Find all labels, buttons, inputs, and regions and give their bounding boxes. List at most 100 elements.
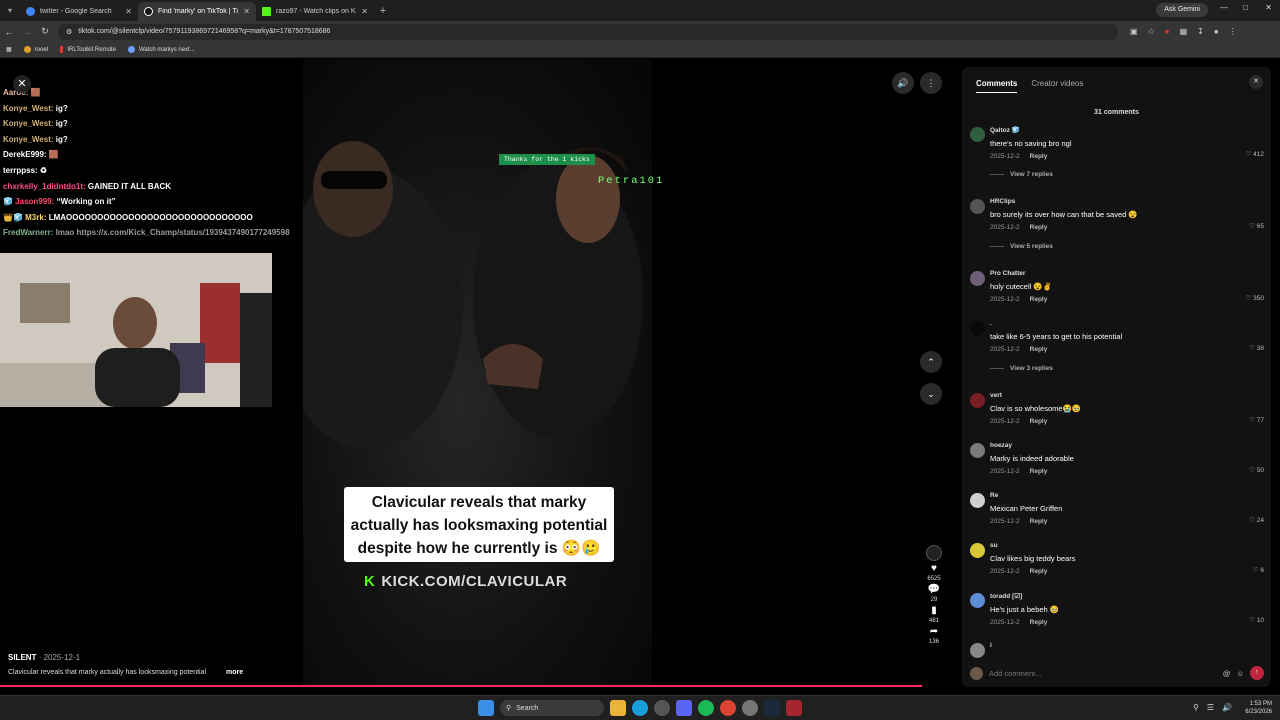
close-window-icon[interactable]: ✕ [1265, 3, 1272, 12]
ask-gemini-button[interactable]: Ask Gemini [1156, 3, 1208, 17]
share-icon[interactable]: ➦ [930, 626, 938, 637]
comment-likes[interactable]: ♡ 412 [1246, 150, 1265, 158]
comment-likes[interactable]: ♡ 50 [1249, 466, 1264, 474]
close-panel-icon[interactable]: ✕ [1249, 75, 1263, 89]
add-comment-input[interactable]: Add comment... [989, 669, 1217, 678]
commenter-avatar[interactable] [970, 543, 985, 558]
view-replies-button[interactable]: View 7 replies [970, 171, 1264, 193]
commenter-avatar[interactable] [970, 593, 985, 608]
reply-button[interactable]: Reply [1030, 568, 1048, 575]
comment-likes[interactable]: ♡ 6 [1253, 566, 1264, 574]
wifi-icon[interactable]: ☰ [1207, 703, 1214, 712]
comment-likes[interactable]: ♡ 38 [1249, 344, 1264, 352]
reload-icon[interactable]: ↻ [36, 26, 54, 37]
view-replies-button[interactable]: View 3 replies [970, 365, 1264, 387]
video-progress-bar[interactable] [0, 685, 922, 687]
github-icon[interactable] [654, 700, 670, 716]
browser-tab-3[interactable]: razo97 - Watch clips on Kick ✕ [256, 2, 374, 21]
bookmark-star-icon[interactable]: ☆ [1148, 27, 1155, 36]
downloads-icon[interactable]: ↧ [1197, 27, 1204, 36]
windows-start-icon[interactable] [478, 700, 494, 716]
creator-name[interactable]: SILENT [8, 653, 36, 662]
commenter-avatar[interactable] [970, 199, 985, 214]
creator-avatar[interactable] [926, 545, 942, 561]
spotify-icon[interactable] [698, 700, 714, 716]
commenter-name[interactable]: Qaltoz 🧊 [990, 121, 1264, 134]
commenter-name[interactable]: su [990, 537, 1264, 549]
commenter-avatar[interactable] [970, 493, 985, 508]
bookmark-watch-markys[interactable]: Watch markys next... [127, 46, 195, 53]
tab-creator-videos[interactable]: Creator videos [1031, 79, 1083, 93]
more-link[interactable]: more [226, 669, 243, 676]
comment-likes[interactable]: ♡ 65 [1249, 222, 1264, 230]
reply-button[interactable]: Reply [1030, 224, 1048, 231]
commenter-avatar[interactable] [970, 393, 985, 408]
bookmark-irltoolkit[interactable]: IRLToolkit Remote [60, 46, 116, 53]
commenter-avatar[interactable] [970, 321, 985, 336]
previous-video-icon[interactable]: ⌃ [920, 351, 942, 373]
commenter-name[interactable]: HRClips [990, 193, 1264, 205]
reply-button[interactable]: Reply [1030, 296, 1048, 303]
like-heart-icon[interactable]: ♥ [931, 563, 937, 574]
next-video-icon[interactable]: ⌄ [920, 383, 942, 405]
reply-button[interactable]: Reply [1030, 418, 1048, 425]
maximize-icon[interactable]: □ [1243, 3, 1248, 12]
reply-button[interactable]: Reply [1030, 619, 1048, 626]
browser-tab-1[interactable]: twitter - Google Search ✕ [20, 2, 138, 21]
profile-avatar[interactable]: ● [1214, 27, 1219, 36]
commenter-name[interactable]: vert [990, 387, 1264, 399]
commenter-avatar[interactable] [970, 127, 985, 142]
commenter-name[interactable]: Re [990, 487, 1264, 499]
volume-icon[interactable]: 🔊 [892, 72, 914, 94]
tab-search-icon[interactable]: ▾ [0, 0, 20, 21]
minimize-icon[interactable]: — [1220, 3, 1228, 12]
tab-close-icon[interactable]: ✕ [361, 7, 368, 16]
view-replies-button[interactable]: View 5 replies [970, 243, 1264, 265]
reply-button[interactable]: Reply [1030, 518, 1048, 525]
edge-icon[interactable] [632, 700, 648, 716]
send-icon[interactable]: ↑ [1250, 666, 1264, 680]
commenter-avatar[interactable] [970, 643, 985, 658]
settings-icon[interactable] [742, 700, 758, 716]
menu-dots-icon[interactable]: ⋮ [1229, 27, 1237, 36]
obs-icon[interactable] [786, 700, 802, 716]
commenter-name[interactable]: Pro Chatter [990, 265, 1264, 277]
puzzle-icon[interactable]: ▦ [1180, 27, 1188, 36]
extension-icon[interactable]: ● [1165, 27, 1170, 36]
file-explorer-icon[interactable] [610, 700, 626, 716]
commenter-name[interactable]: hoezay [990, 437, 1264, 449]
mic-icon[interactable]: ⚲ [1193, 703, 1199, 712]
cast-icon[interactable]: ▣ [1130, 27, 1138, 36]
reply-button[interactable]: Reply [1030, 468, 1048, 475]
commenter-name[interactable]: toradd [☑] [990, 587, 1264, 600]
back-icon[interactable]: ← [0, 27, 18, 37]
reply-button[interactable]: Reply [1030, 346, 1048, 353]
chrome-icon[interactable] [720, 700, 736, 716]
tab-comments[interactable]: Comments [976, 79, 1018, 93]
bookmark-rooet[interactable]: rooet [23, 46, 48, 53]
comment-likes[interactable]: ♡ 350 [1246, 294, 1265, 302]
new-tab-icon[interactable]: + [374, 2, 392, 21]
discord-icon[interactable] [676, 700, 692, 716]
site-info-icon[interactable]: ⚙ [66, 28, 72, 36]
taskbar-clock[interactable]: 1:53 PM 6/23/2026 [1245, 700, 1272, 716]
comment-likes[interactable]: ♡ 10 [1249, 616, 1264, 624]
comment-likes[interactable]: ♡ 24 [1249, 516, 1264, 524]
apps-grid-icon[interactable]: ▦ [6, 46, 12, 53]
more-options-icon[interactable]: ⋮ [920, 72, 942, 94]
tab-close-icon[interactable]: ✕ [125, 7, 132, 16]
forward-icon[interactable]: → [18, 27, 36, 37]
browser-tab-2[interactable]: Find 'marky' on TikTok | Ti... ✕ [138, 2, 256, 21]
url-field[interactable]: ⚙ tiktok.com/@silentclp/video/7579119386… [58, 23, 1118, 40]
comment-likes[interactable]: ♡ 77 [1249, 416, 1264, 424]
comment-icon[interactable]: 💬 [928, 584, 940, 595]
commenter-avatar[interactable] [970, 271, 985, 286]
steam-icon[interactable] [764, 700, 780, 716]
tab-close-icon[interactable]: ✕ [243, 7, 250, 16]
reply-button[interactable]: Reply [1030, 153, 1048, 160]
speaker-icon[interactable]: 🔊 [1222, 703, 1232, 712]
taskbar-search[interactable]: ⚲ Search [500, 700, 604, 716]
commenter-name[interactable]: . [990, 315, 1264, 327]
video-player[interactable] [303, 59, 652, 687]
mention-icon[interactable]: @ [1223, 669, 1231, 678]
